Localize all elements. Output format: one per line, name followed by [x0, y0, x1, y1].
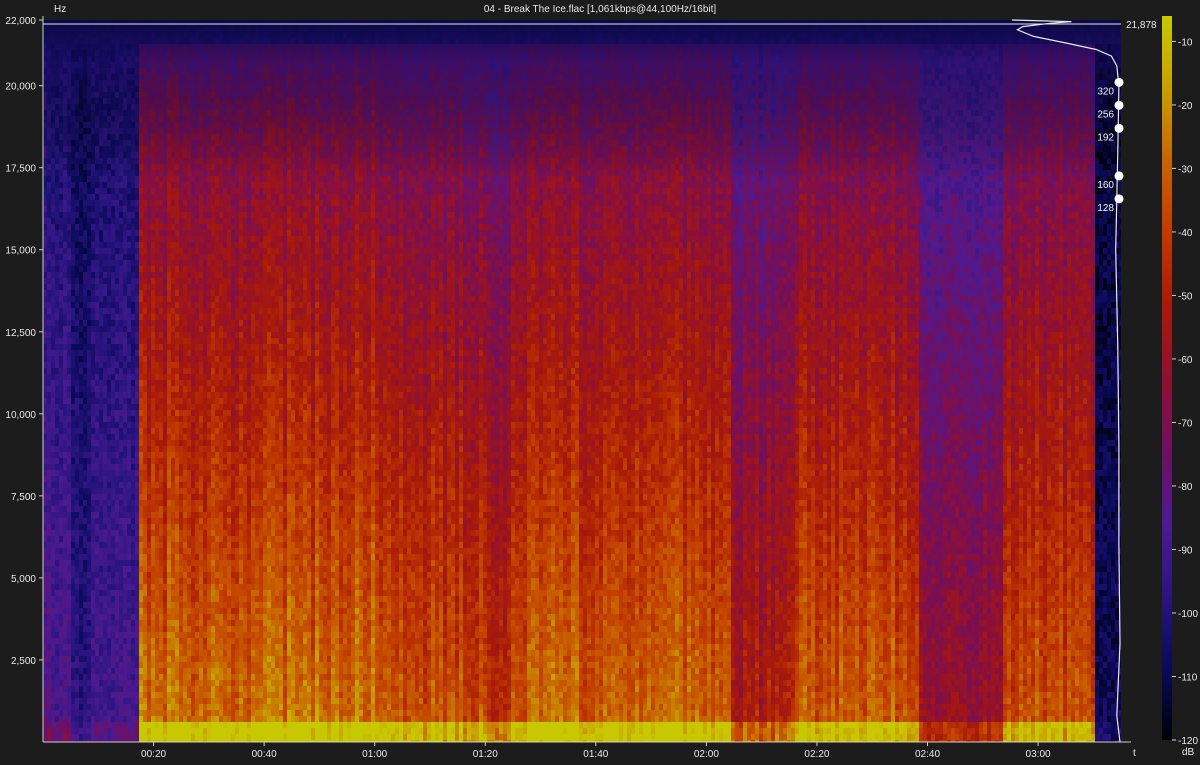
spectrogram-window: 04 - Break The Ice.flac [1,061kbps@44,10…	[0, 0, 1200, 760]
spectrogram-chart: 04 - Break The Ice.flac [1,061kbps@44,10…	[0, 0, 1200, 760]
window-title: 04 - Break The Ice.flac [1,061kbps@44,10…	[484, 4, 717, 15]
